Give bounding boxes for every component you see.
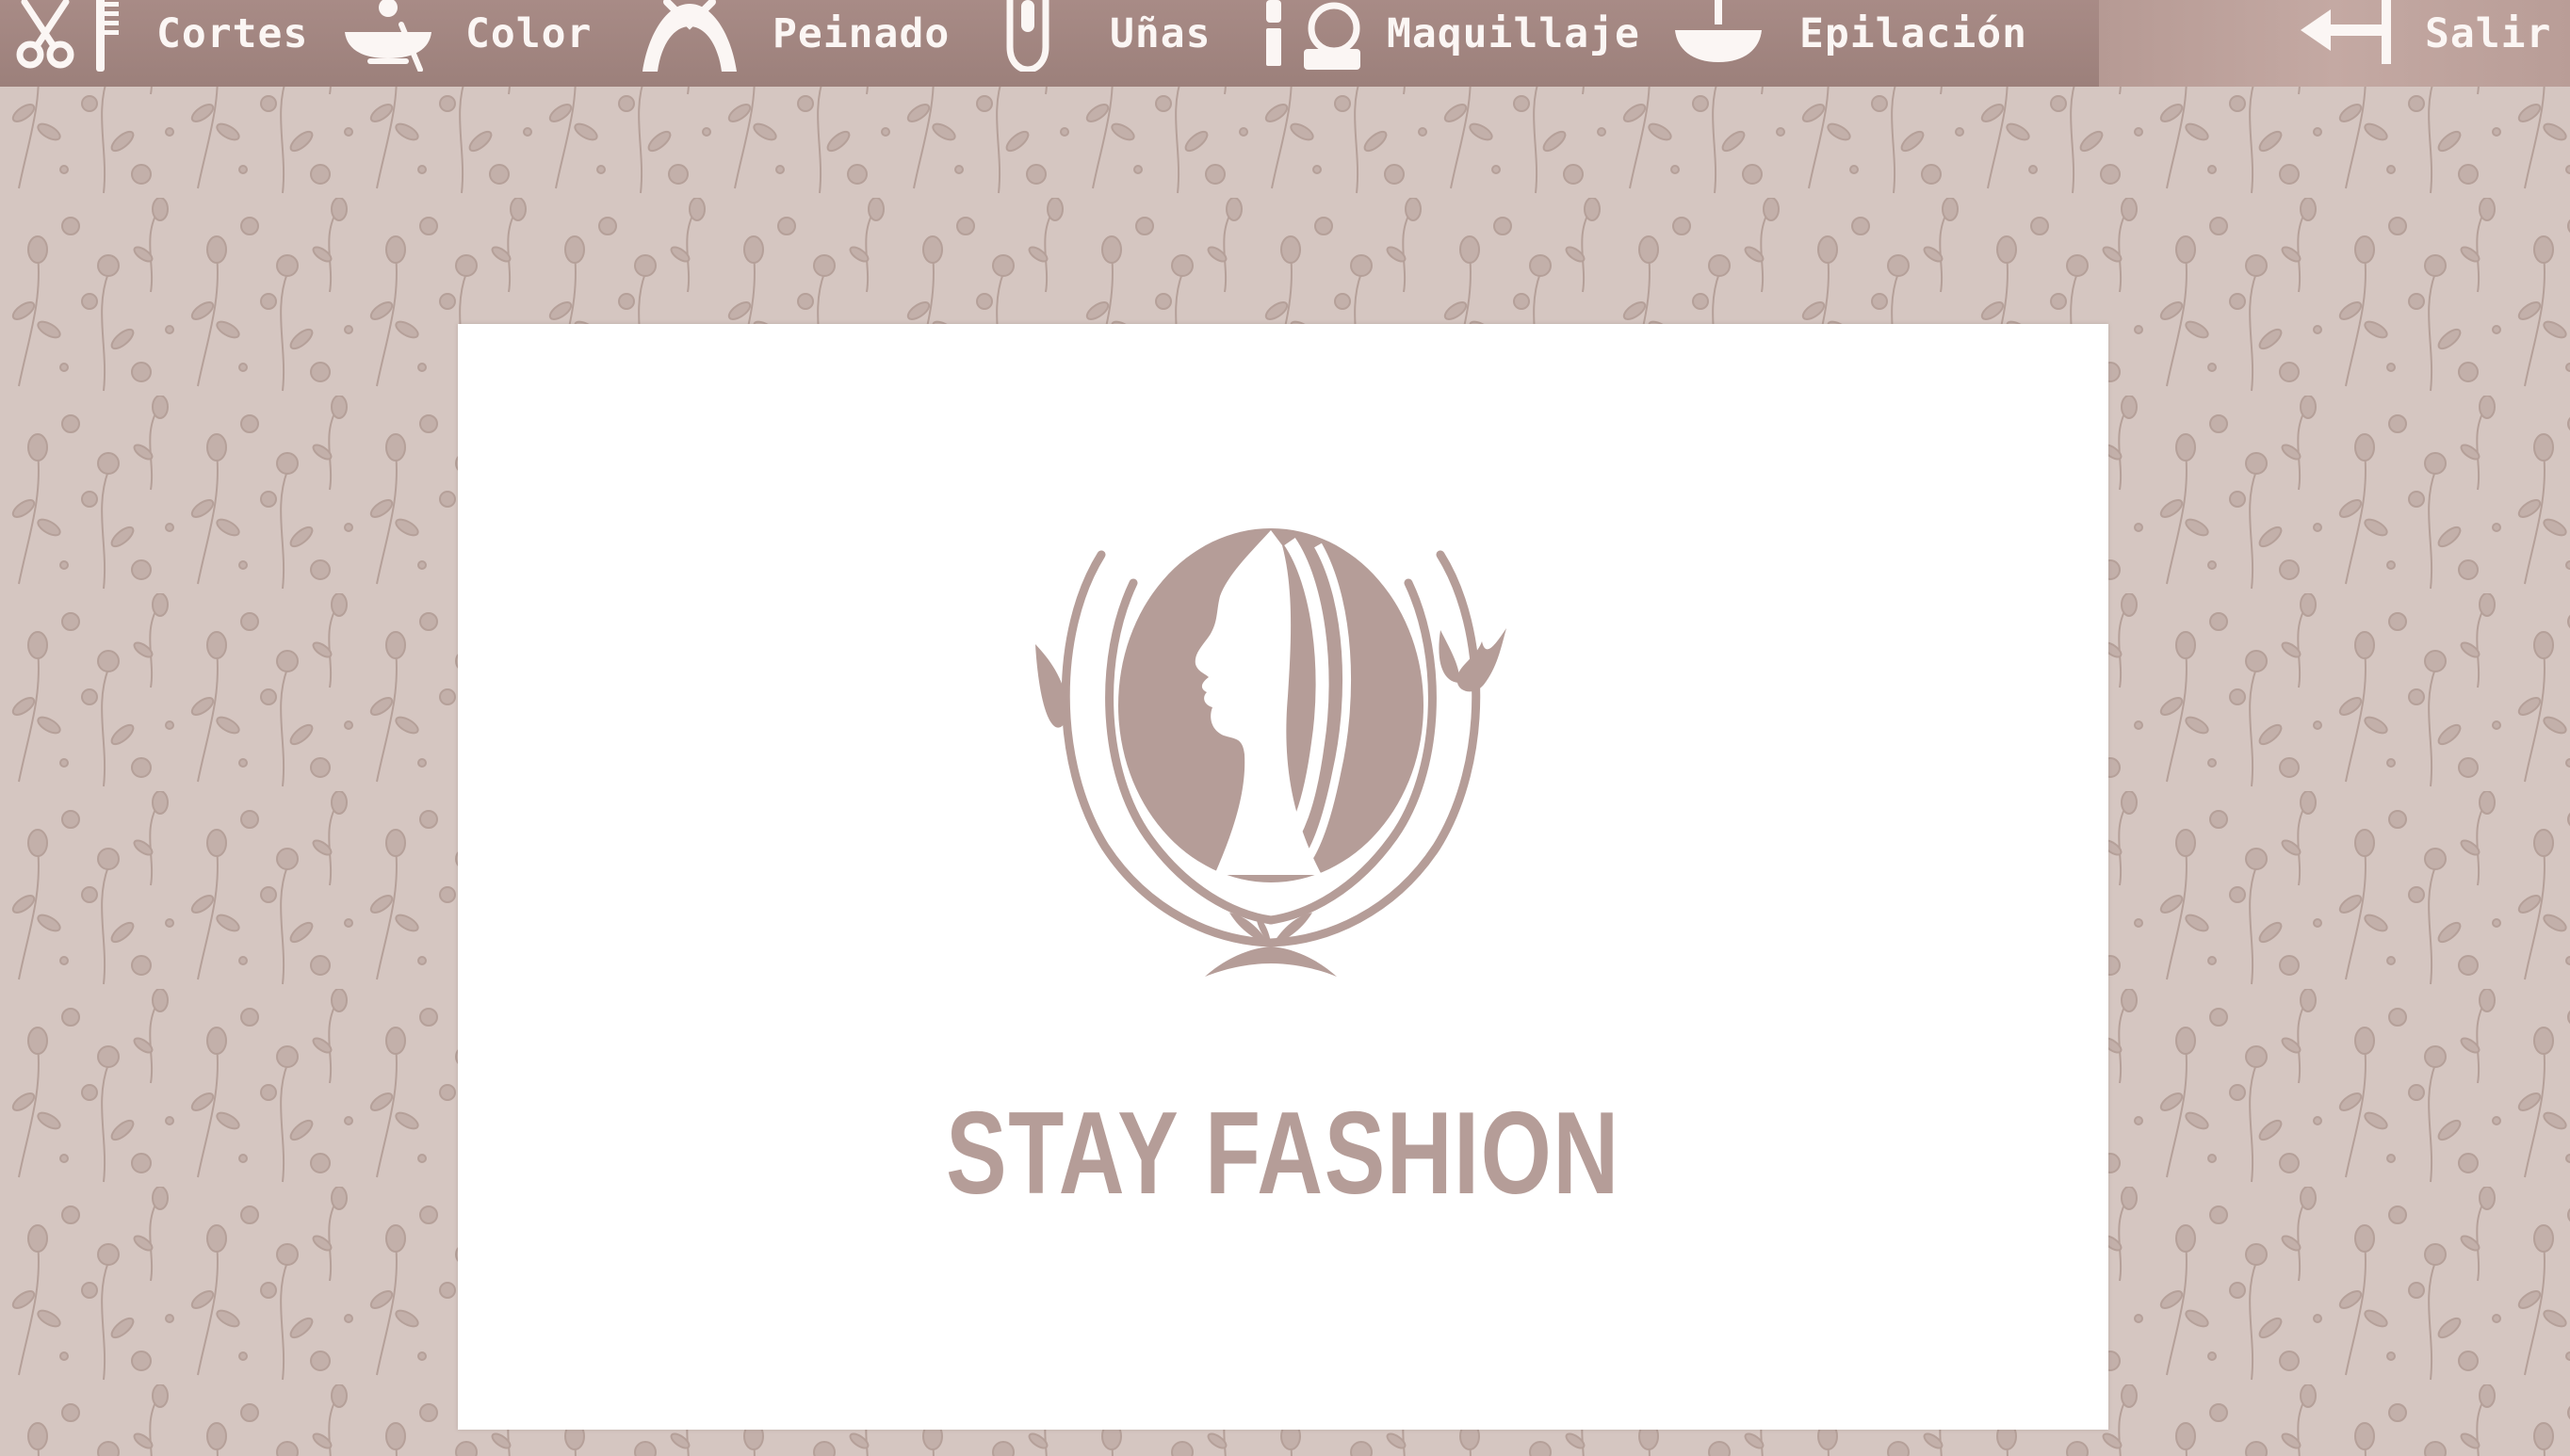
nav-maquillaje[interactable]: Maquillaje — [1266, 0, 1640, 70]
nav-epilacion[interactable]: Epilación — [1673, 0, 2027, 68]
hairstyle-icon — [642, 0, 737, 72]
nav-label-maquillaje: Maquillaje — [1387, 10, 1640, 57]
scissors-comb-icon — [16, 0, 119, 72]
nav-peinado[interactable]: Peinado — [639, 0, 951, 72]
makeup-icon — [1266, 0, 1360, 70]
dye-bowl-icon — [345, 0, 431, 72]
wax-bowl-icon — [1675, 0, 1762, 62]
woman-profile-leaf-wreath-logo — [1035, 528, 1506, 977]
exit-button[interactable]: Salir — [2301, 0, 2551, 68]
nav-color[interactable]: Color — [339, 0, 593, 72]
nav-label-cortes: Cortes — [156, 10, 309, 57]
nav-unas[interactable]: Uñas — [995, 0, 1212, 72]
nav-label-peinado: Peinado — [773, 10, 951, 57]
exit-label: Salir — [2425, 10, 2552, 57]
nav-label-epilacion: Epilación — [1799, 10, 2027, 57]
top-nav-bar: Cortes Color Peinado Uñas Maquillaje Epi… — [0, 0, 2570, 87]
nav-cortes[interactable]: Cortes — [13, 0, 309, 72]
nail-icon — [1006, 0, 1049, 72]
welcome-card: STAY FASHION — [458, 324, 2108, 1430]
nav-label-unas: Uñas — [1110, 10, 1212, 57]
nav-label-color: Color — [465, 10, 593, 57]
exit-arrow-icon — [2301, 0, 2391, 64]
brand-name: STAY FASHION — [946, 1089, 1620, 1219]
